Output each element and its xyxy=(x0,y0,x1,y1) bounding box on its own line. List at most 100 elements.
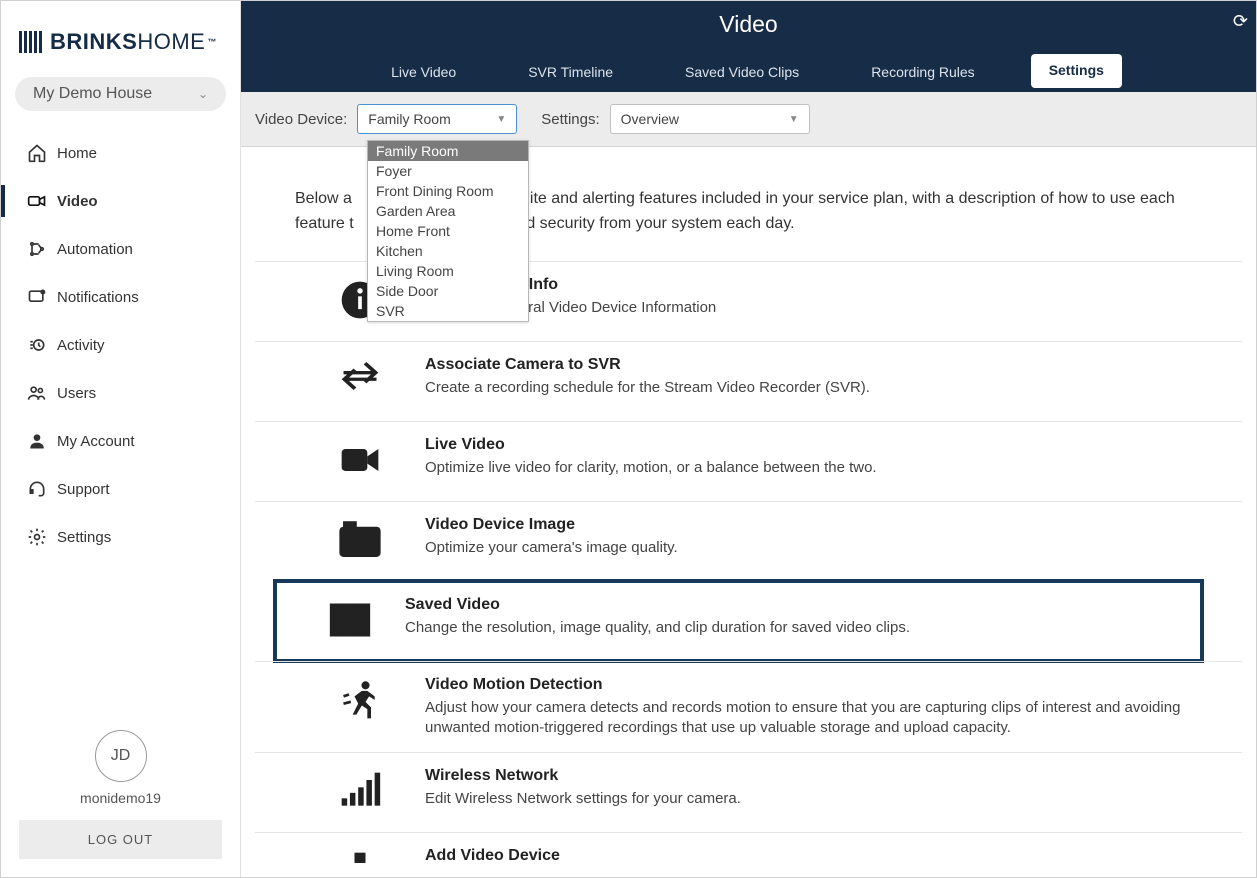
plus-icon xyxy=(338,849,382,863)
row-title: Video Device Info xyxy=(425,276,1202,294)
page-title: Video xyxy=(719,11,777,37)
video-icon xyxy=(27,191,57,211)
users-icon xyxy=(27,383,57,403)
row-wireless-network[interactable]: Wireless Network Edit Wireless Network se… xyxy=(255,752,1242,832)
row-device-image[interactable]: Video Device Image Optimize your camera's… xyxy=(255,501,1242,581)
sidebar-user: JD monidemo19 LOG OUT xyxy=(1,712,240,877)
running-icon xyxy=(338,678,382,727)
photo-camera-icon xyxy=(338,518,382,567)
nav-label: Support xyxy=(57,481,110,498)
nav-users[interactable]: Users xyxy=(1,369,240,417)
nav-notifications[interactable]: Notifications xyxy=(1,273,240,321)
account-icon xyxy=(27,431,57,451)
logo-bars-icon xyxy=(19,31,44,53)
row-title: Add Video Device xyxy=(425,847,1202,863)
caret-down-icon: ▼ xyxy=(789,114,799,125)
nav-label: Settings xyxy=(57,529,111,546)
nav-label: Notifications xyxy=(57,289,139,306)
device-option-garden-area[interactable]: Garden Area xyxy=(368,201,528,221)
header-tabs: Live Video SVR Timeline Saved Video Clip… xyxy=(241,54,1256,92)
signal-icon xyxy=(338,769,382,818)
row-sub: Change the resolution, image quality, an… xyxy=(405,618,1182,638)
device-dropdown: Family Room Foyer Front Dining Room Gard… xyxy=(367,140,529,322)
sidebar: BRINKSHOME™ My Demo House ⌄ Home Video A… xyxy=(1,1,241,877)
device-option-family-room[interactable]: Family Room xyxy=(368,141,528,161)
nav-support[interactable]: Support xyxy=(1,465,240,513)
device-option-foyer[interactable]: Foyer xyxy=(368,161,528,181)
device-option-side-door[interactable]: Side Door xyxy=(368,281,528,301)
settings-view-select[interactable]: Overview ▼ xyxy=(610,104,810,134)
settings-toolbar: Video Device: Family Room ▼ Settings: Ov… xyxy=(241,92,1256,147)
row-sub: Optimize your camera's image quality. xyxy=(425,538,1202,558)
film-icon xyxy=(328,598,372,647)
tab-live-video[interactable]: Live Video xyxy=(375,54,472,92)
nav-label: Home xyxy=(57,145,97,162)
row-sub: Edit Wireless Network settings for your … xyxy=(425,789,1202,809)
nav-label: Video xyxy=(57,193,98,210)
row-live-video[interactable]: Live Video Optimize live video for clarit… xyxy=(255,421,1242,501)
home-icon xyxy=(27,143,57,163)
camera-icon xyxy=(338,438,382,487)
settings-label: Settings: xyxy=(541,111,599,128)
automation-icon xyxy=(27,239,57,259)
row-title: Live Video xyxy=(425,436,1202,454)
tab-settings[interactable]: Settings xyxy=(1031,54,1122,88)
refresh-icon[interactable]: ⟳ xyxy=(1233,11,1248,32)
nav-label: Activity xyxy=(57,337,105,354)
user-initials: JD xyxy=(111,747,131,765)
main: Video ⟳ Live Video SVR Timeline Saved Vi… xyxy=(241,1,1256,877)
notifications-icon xyxy=(27,287,57,307)
brand-bold: BRINKS xyxy=(50,29,137,55)
tab-saved-clips[interactable]: Saved Video Clips xyxy=(669,54,815,92)
row-sub: Optimize live video for clarity, motion,… xyxy=(425,458,1202,478)
row-title: Associate Camera to SVR xyxy=(425,356,1202,374)
brand-logo: BRINKSHOME™ xyxy=(1,1,240,77)
device-option-svr[interactable]: SVR xyxy=(368,301,528,321)
tab-recording-rules[interactable]: Recording Rules xyxy=(855,54,991,92)
house-selector[interactable]: My Demo House ⌄ xyxy=(15,77,226,111)
row-sub: Adjust how your camera detects and recor… xyxy=(425,698,1202,739)
nav-home[interactable]: Home xyxy=(1,129,240,177)
nav-label: Users xyxy=(57,385,96,402)
main-nav: Home Video Automation Notifications Acti… xyxy=(1,129,240,712)
device-option-living-room[interactable]: Living Room xyxy=(368,261,528,281)
row-sub: Create a recording schedule for the Stre… xyxy=(425,378,1202,398)
settings-value: Overview xyxy=(621,111,679,127)
username: monidemo19 xyxy=(19,790,222,806)
brand-light: HOME xyxy=(137,29,205,55)
logout-button[interactable]: LOG OUT xyxy=(19,820,222,859)
caret-down-icon: ▼ xyxy=(496,114,506,125)
device-value: Family Room xyxy=(368,111,450,127)
nav-my-account[interactable]: My Account xyxy=(1,417,240,465)
house-selector-label: My Demo House xyxy=(33,85,152,103)
nav-video[interactable]: Video xyxy=(1,177,240,225)
row-sub: View/Edit General Video Device Informati… xyxy=(425,298,1202,318)
nav-automation[interactable]: Automation xyxy=(1,225,240,273)
device-option-front-dining[interactable]: Front Dining Room xyxy=(368,181,528,201)
device-option-home-front[interactable]: Home Front xyxy=(368,221,528,241)
support-icon xyxy=(27,479,57,499)
row-title: Video Motion Detection xyxy=(425,676,1202,694)
arrows-icon xyxy=(338,358,382,407)
row-saved-video[interactable]: Saved Video Change the resolution, image … xyxy=(275,581,1202,661)
tab-svr-timeline[interactable]: SVR Timeline xyxy=(512,54,629,92)
row-associate-svr[interactable]: Associate Camera to SVR Create a recordin… xyxy=(255,341,1242,421)
nav-label: My Account xyxy=(57,433,135,450)
row-add-device[interactable]: Add Video DeviceAdd a video camera or St… xyxy=(255,832,1242,863)
row-motion-detection[interactable]: Video Motion Detection Adjust how your ca… xyxy=(255,661,1242,753)
gear-icon xyxy=(27,527,57,547)
device-option-kitchen[interactable]: Kitchen xyxy=(368,241,528,261)
nav-activity[interactable]: Activity xyxy=(1,321,240,369)
nav-label: Automation xyxy=(57,241,133,258)
video-device-select[interactable]: Family Room ▼ xyxy=(357,104,517,134)
chevron-down-icon: ⌄ xyxy=(198,87,208,101)
device-label: Video Device: xyxy=(255,111,347,128)
user-avatar[interactable]: JD xyxy=(95,730,147,782)
page-header: Video ⟳ Live Video SVR Timeline Saved Vi… xyxy=(241,1,1256,92)
activity-icon xyxy=(27,335,57,355)
nav-settings[interactable]: Settings xyxy=(1,513,240,561)
brand-tm: ™ xyxy=(207,37,217,47)
row-title: Video Device Image xyxy=(425,516,1202,534)
row-title: Saved Video xyxy=(405,596,1182,614)
row-title: Wireless Network xyxy=(425,767,1202,785)
